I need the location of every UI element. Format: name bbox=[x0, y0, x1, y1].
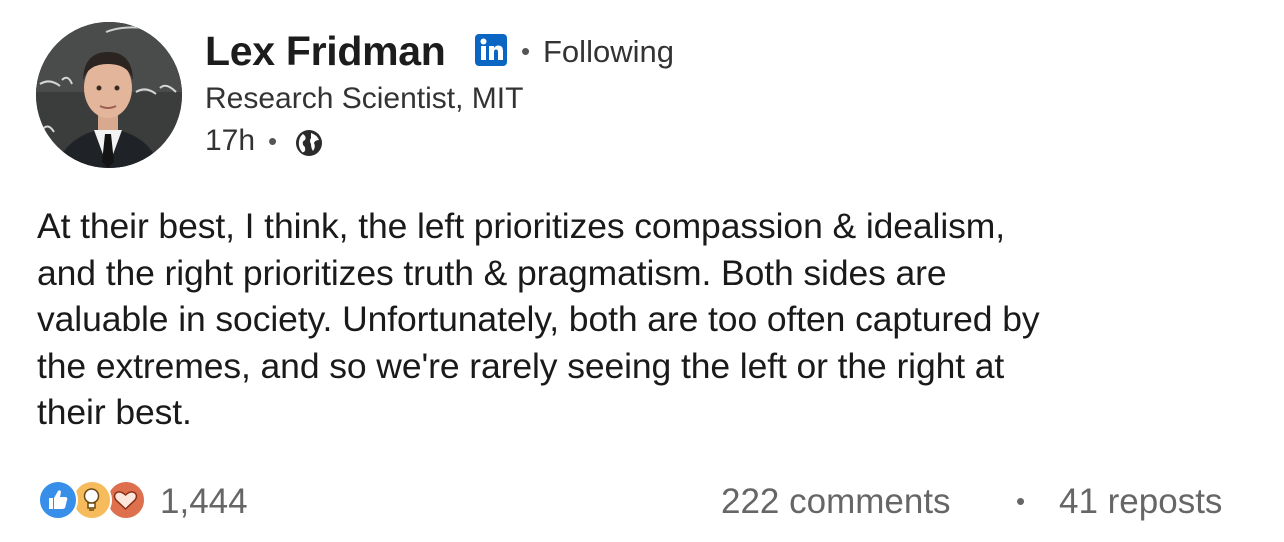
post-body-line: and the right prioritizes truth & pragma… bbox=[37, 252, 947, 293]
love-icon bbox=[106, 480, 146, 520]
linkedin-icon bbox=[475, 34, 507, 66]
comments-count[interactable]: 222 comments bbox=[721, 482, 951, 522]
like-icon bbox=[38, 480, 78, 520]
globe-icon bbox=[294, 128, 324, 158]
author-avatar[interactable] bbox=[36, 22, 182, 168]
post-body: At their best, I think, the left priorit… bbox=[37, 203, 1252, 436]
post-time: 17h bbox=[205, 124, 256, 157]
author-headline: Research Scientist, MIT bbox=[205, 82, 524, 115]
time-separator: • bbox=[268, 126, 278, 156]
stats-separator: • bbox=[1016, 486, 1026, 516]
post-body-line: their best. bbox=[37, 392, 192, 432]
following-button[interactable]: Following bbox=[543, 34, 674, 70]
post-body-line: the extremes, and so we're rarely seeing… bbox=[37, 345, 1005, 386]
reaction-icons[interactable] bbox=[38, 480, 150, 524]
post-body-line: At their best, I think, the left priorit… bbox=[37, 206, 1005, 246]
reaction-count[interactable]: 1,444 bbox=[160, 482, 248, 522]
author-name[interactable]: Lex Fridman bbox=[205, 28, 446, 75]
insightful-icon bbox=[72, 480, 112, 520]
feed-post: Lex Fridman • Following Research Scienti… bbox=[0, 0, 1284, 542]
reposts-count[interactable]: 41 reposts bbox=[1059, 482, 1222, 522]
follow-separator: • bbox=[521, 36, 531, 66]
post-body-line: valuable in society. Unfortunately, both… bbox=[37, 299, 1040, 339]
